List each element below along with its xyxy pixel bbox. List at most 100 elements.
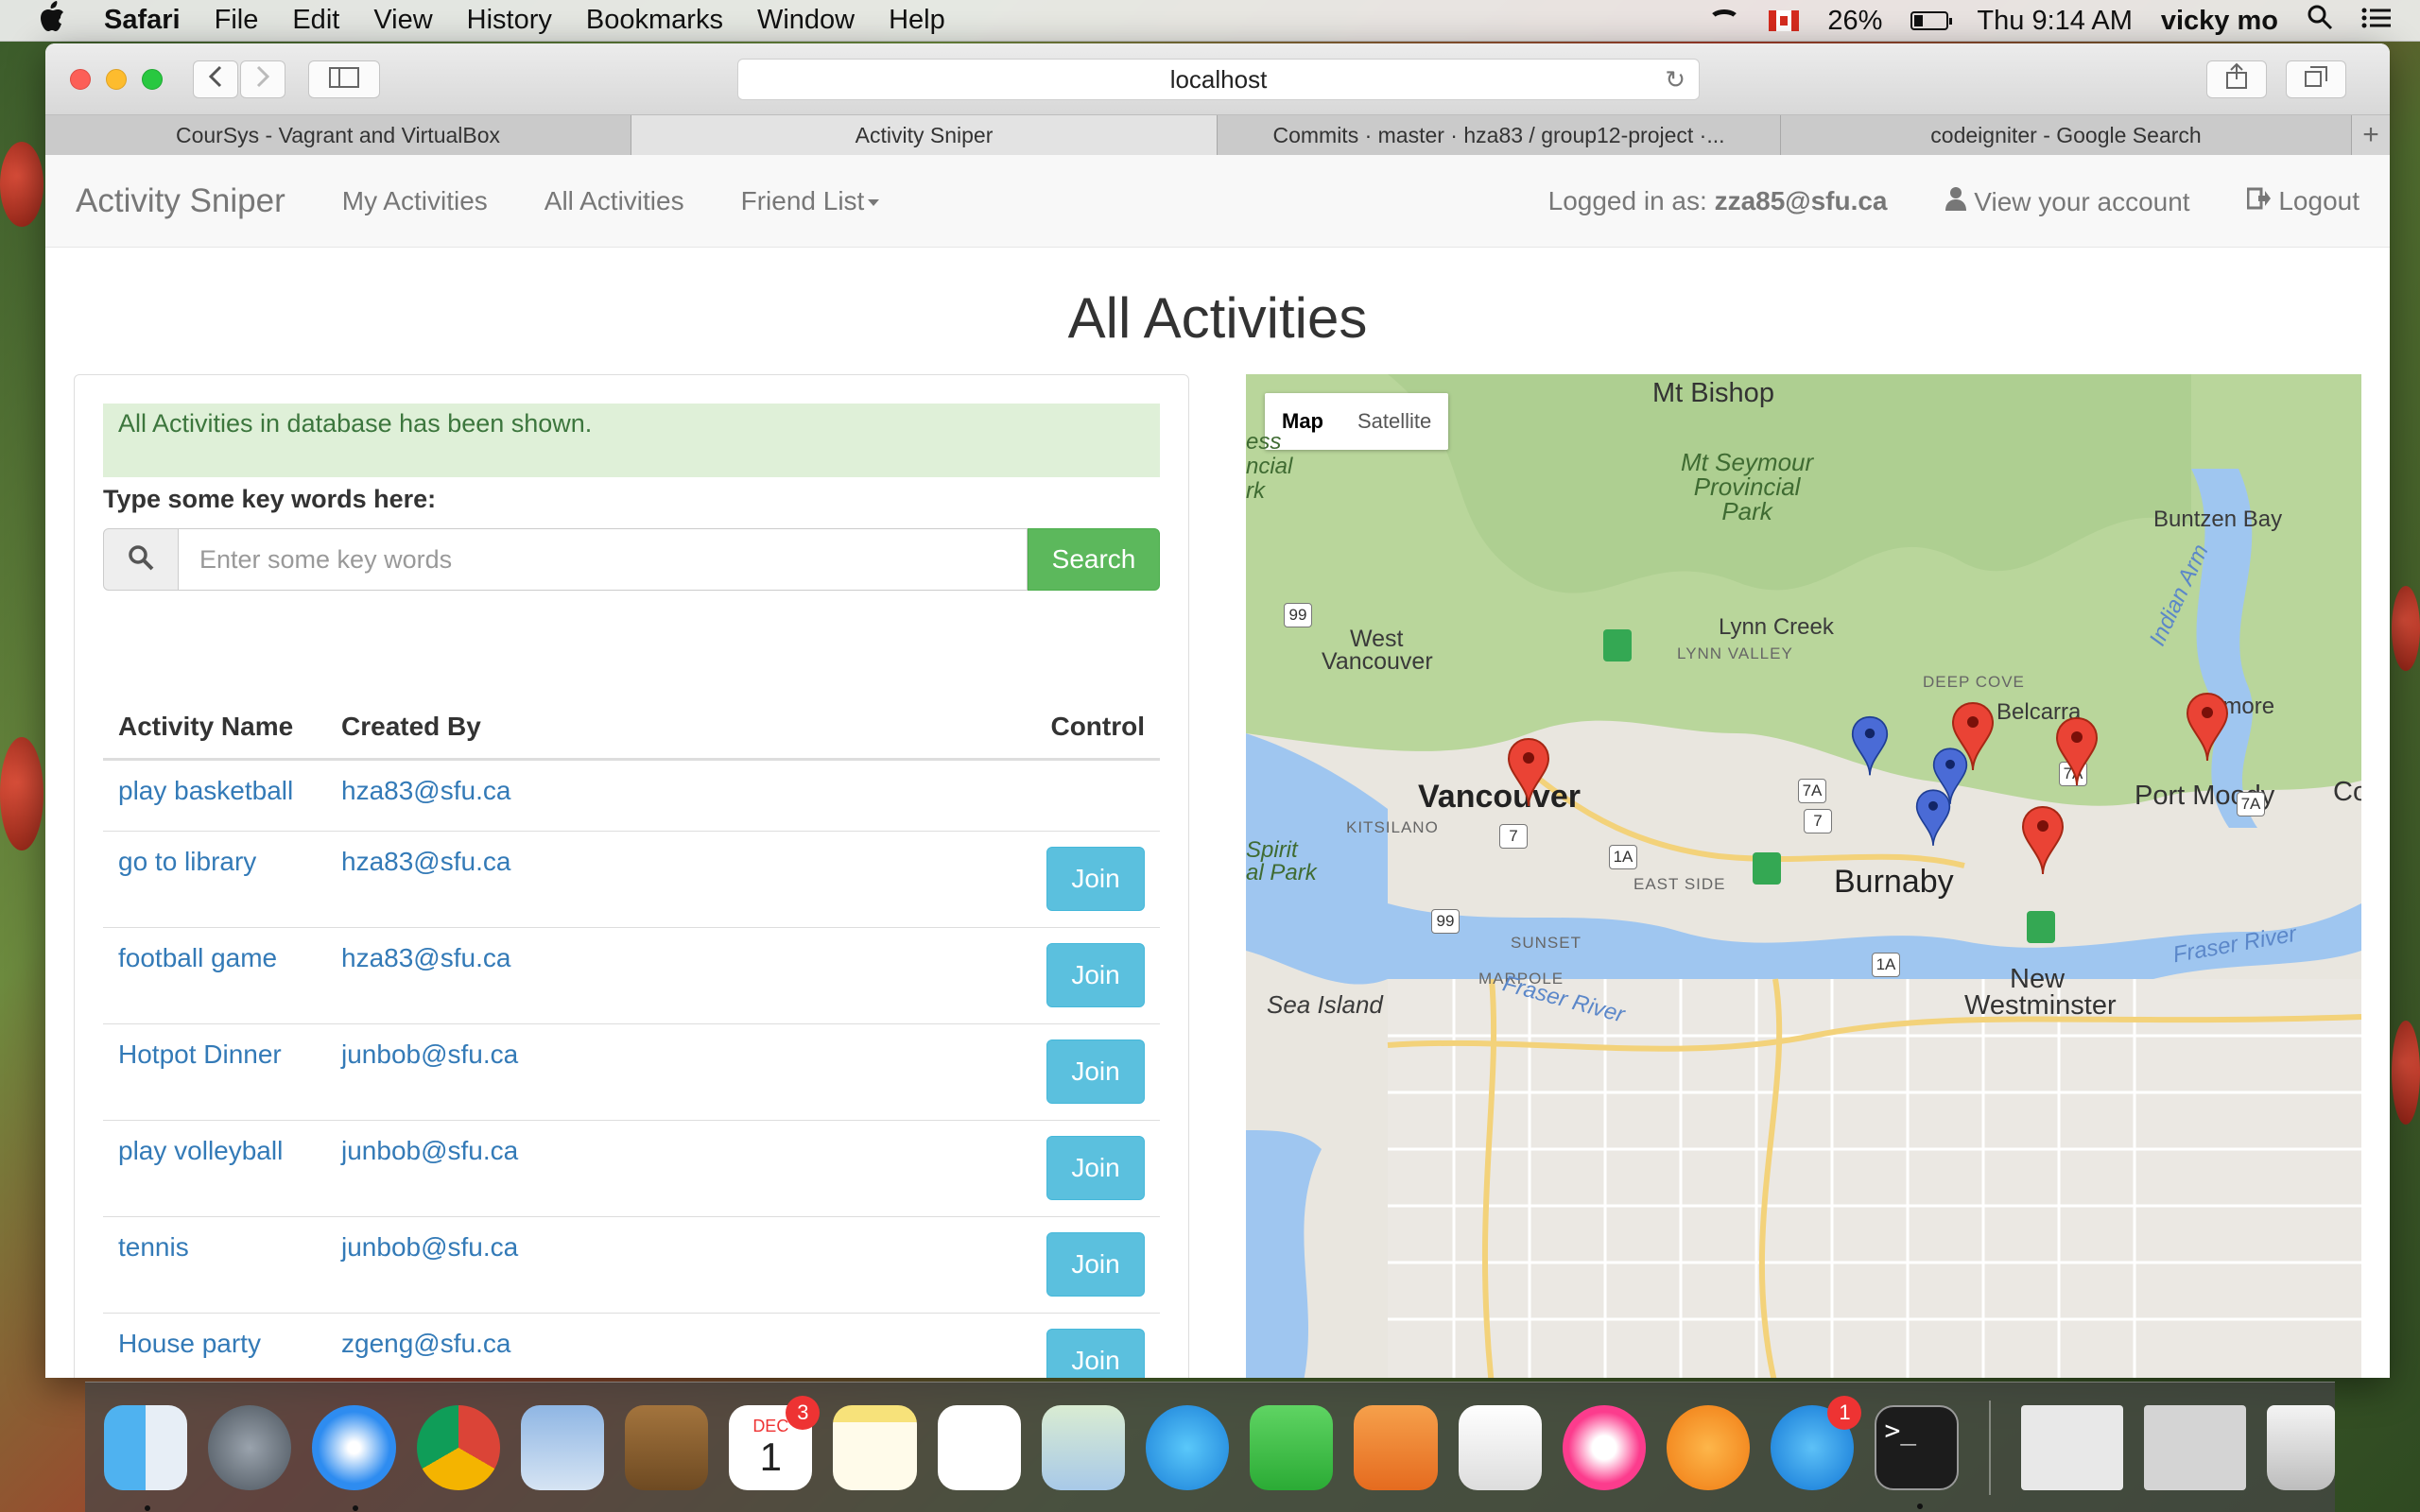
site-brand[interactable]: Activity Sniper (76, 182, 285, 220)
chrome-icon[interactable] (416, 1404, 500, 1490)
tab-codeigniter-search[interactable]: codeigniter - Google Search (1781, 115, 2352, 155)
table-row: football game hza83@sfu.ca Join (103, 927, 1160, 1024)
user-name[interactable]: vicky mo (2161, 6, 2278, 37)
activity-link[interactable]: play basketball (118, 776, 293, 805)
notification-center-icon[interactable] (2361, 6, 2392, 37)
map-marker-red[interactable] (2055, 716, 2099, 788)
menu-window[interactable]: Window (757, 5, 855, 36)
map-type-control: Map Satellite (1265, 393, 1449, 450)
creator-link[interactable]: junbob@sfu.ca (341, 1136, 518, 1165)
mail-icon[interactable] (520, 1404, 605, 1490)
creator-link[interactable]: junbob@sfu.ca (341, 1040, 518, 1069)
control-cell: Join (840, 927, 1160, 1024)
spotlight-icon[interactable] (2307, 4, 2333, 38)
creator-link[interactable]: hza83@sfu.ca (341, 847, 510, 876)
menu-edit[interactable]: Edit (292, 5, 339, 36)
join-button[interactable]: Join (1046, 846, 1145, 911)
map-marker-red[interactable] (2186, 692, 2229, 764)
reload-icon[interactable]: ↻ (1665, 65, 1685, 94)
menu-help[interactable]: Help (889, 5, 945, 36)
facetime-icon[interactable] (1250, 1404, 1334, 1490)
trash-icon[interactable] (2266, 1404, 2336, 1490)
back-button[interactable] (193, 60, 238, 98)
search-button[interactable]: Search (1028, 528, 1160, 591)
dock-separator (1989, 1400, 1991, 1495)
map-type-satellite-button[interactable]: Satellite (1340, 393, 1448, 450)
calendar-icon[interactable]: DEC 1 3 (729, 1395, 821, 1490)
fullscreen-window-button[interactable] (142, 68, 163, 90)
activity-link[interactable]: tennis (118, 1232, 189, 1262)
ibooks-icon[interactable] (1667, 1404, 1751, 1490)
view-account-link[interactable]: View your account (1945, 186, 2190, 217)
battery-icon[interactable] (1910, 11, 1953, 30)
wifi-icon[interactable] (1708, 9, 1741, 32)
sidebar-toggle-button[interactable] (308, 60, 380, 98)
creator-link[interactable]: hza83@sfu.ca (341, 776, 510, 805)
new-tab-button[interactable]: + (2352, 115, 2390, 155)
pages-icon[interactable] (1354, 1404, 1438, 1490)
activity-link[interactable]: go to library (118, 847, 256, 876)
launchpad-icon[interactable] (208, 1404, 292, 1490)
tab-coursys[interactable]: CourSys - Vagrant and VirtualBox (45, 115, 631, 155)
numbers-icon[interactable] (1458, 1404, 1542, 1490)
creator-link[interactable]: hza83@sfu.ca (341, 943, 510, 972)
activities-panel: All Activities in database has been show… (74, 374, 1189, 1378)
activity-link[interactable]: House party (118, 1329, 261, 1358)
terminal-icon[interactable]: >_ (1875, 1404, 1960, 1509)
nav-all-activities[interactable]: All Activities (544, 186, 684, 216)
menu-history[interactable]: History (467, 5, 552, 36)
activity-link[interactable]: play volleyball (118, 1136, 283, 1165)
map-marker-red[interactable] (1507, 737, 1550, 809)
site-navbar: Activity Sniper My Activities All Activi… (45, 155, 2390, 248)
nav-friend-list[interactable]: Friend List (741, 186, 880, 216)
sidebar-icon (329, 64, 359, 94)
map-label: SUNSET (1511, 934, 1582, 952)
minimized-window-thumbnail[interactable] (2143, 1404, 2246, 1490)
map-marker-blue[interactable] (1851, 714, 1889, 779)
activity-link[interactable]: football game (118, 943, 277, 972)
canada-flag-icon[interactable] (1769, 10, 1800, 31)
close-window-button[interactable] (70, 68, 91, 90)
creator-link[interactable]: junbob@sfu.ca (341, 1232, 518, 1262)
nav-my-activities[interactable]: My Activities (342, 186, 488, 216)
menu-app-name[interactable]: Safari (104, 5, 181, 36)
address-bar[interactable]: localhost ↻ (737, 59, 1700, 100)
map-marker-blue[interactable] (1915, 788, 1951, 849)
tab-activity-sniper[interactable]: Activity Sniper (631, 115, 1218, 155)
menu-file[interactable]: File (215, 5, 259, 36)
itunes-icon[interactable] (1562, 1404, 1647, 1490)
creator-link[interactable]: zgeng@sfu.ca (341, 1329, 510, 1358)
search-input[interactable] (179, 528, 1028, 591)
logout-label: Logout (2278, 186, 2360, 215)
join-button[interactable]: Join (1046, 1231, 1145, 1297)
activity-link[interactable]: Hotpot Dinner (118, 1040, 282, 1069)
menu-bookmarks[interactable]: Bookmarks (586, 5, 723, 36)
minimize-window-button[interactable] (106, 68, 127, 90)
safari-compass-icon[interactable] (312, 1404, 396, 1511)
app-store-icon[interactable]: 1 (1771, 1395, 1862, 1490)
clock[interactable]: Thu 9:14 AM (1977, 6, 2132, 37)
maps-icon[interactable] (1041, 1404, 1126, 1490)
minimized-window-thumbnail[interactable] (2021, 1404, 2123, 1490)
menu-view[interactable]: View (373, 5, 432, 36)
messages-icon[interactable] (1146, 1404, 1230, 1490)
apple-icon[interactable] (38, 0, 76, 41)
join-button[interactable]: Join (1046, 942, 1145, 1007)
control-cell: Join (840, 1313, 1160, 1378)
activity-map[interactable]: Map Satellite Mt Bishop Mt Seymour Provi… (1246, 374, 2361, 1378)
safari-window: localhost ↻ CourSys - Vagrant and Virtua… (45, 43, 2390, 1378)
logout-link[interactable]: Logout (2246, 186, 2360, 216)
share-button[interactable] (2206, 60, 2267, 98)
join-button[interactable]: Join (1046, 1328, 1145, 1378)
forward-button[interactable] (240, 60, 285, 98)
map-marker-red[interactable] (2021, 805, 2065, 877)
join-button[interactable]: Join (1046, 1135, 1145, 1200)
notes-icon[interactable] (833, 1404, 917, 1490)
contacts-icon[interactable] (625, 1404, 709, 1490)
tab-commits[interactable]: Commits · master · hza83 / group12-proje… (1218, 115, 1781, 155)
tabs-overview-button[interactable] (2286, 60, 2346, 98)
reminders-icon[interactable] (937, 1404, 1021, 1490)
finder-icon[interactable] (104, 1404, 188, 1511)
join-button[interactable]: Join (1046, 1039, 1145, 1104)
calendar-month: DEC (752, 1417, 789, 1435)
